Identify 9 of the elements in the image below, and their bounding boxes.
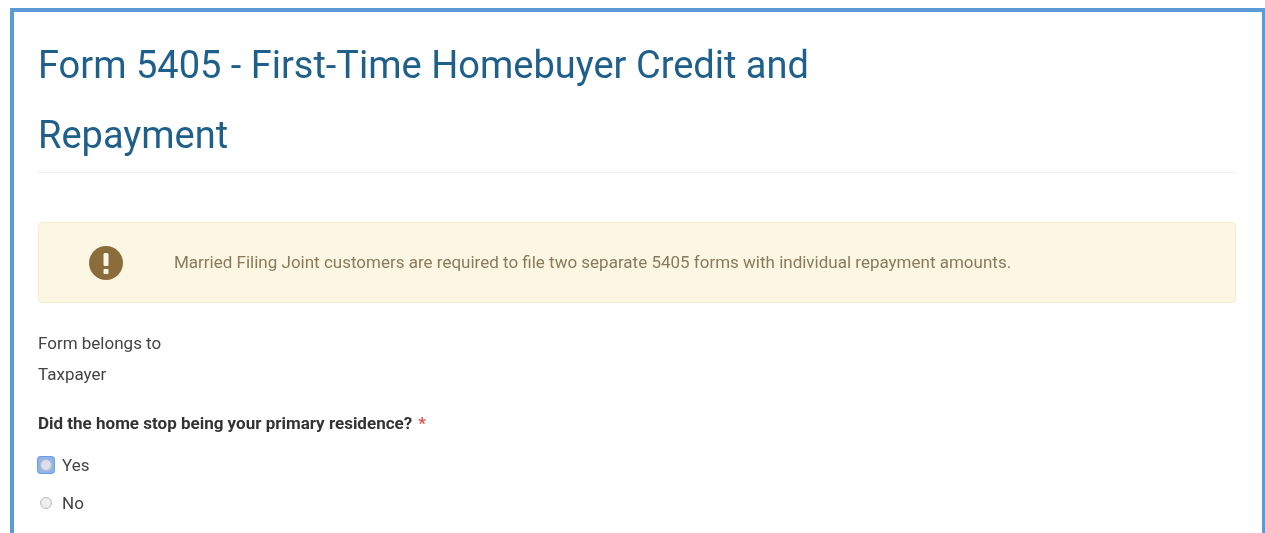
alert-message: Married Filing Joint customers are required to file two separate 5405 forms with individual repayment amounts.: [174, 250, 1012, 274]
exclamation-icon: [89, 245, 123, 280]
question-label: Did the home stop being your primary residence?: [38, 412, 413, 435]
required-mark: *: [418, 412, 426, 435]
radio-option[interactable]: Yes: [38, 451, 90, 478]
owner-label: Form belongs to: [38, 332, 163, 355]
owner-value: Taxpayer: [38, 363, 108, 386]
radio-option[interactable]: No: [38, 489, 84, 516]
page-title: Form 5405 - First-Time Homebuyer Credit and Repayment: [38, 42, 810, 159]
